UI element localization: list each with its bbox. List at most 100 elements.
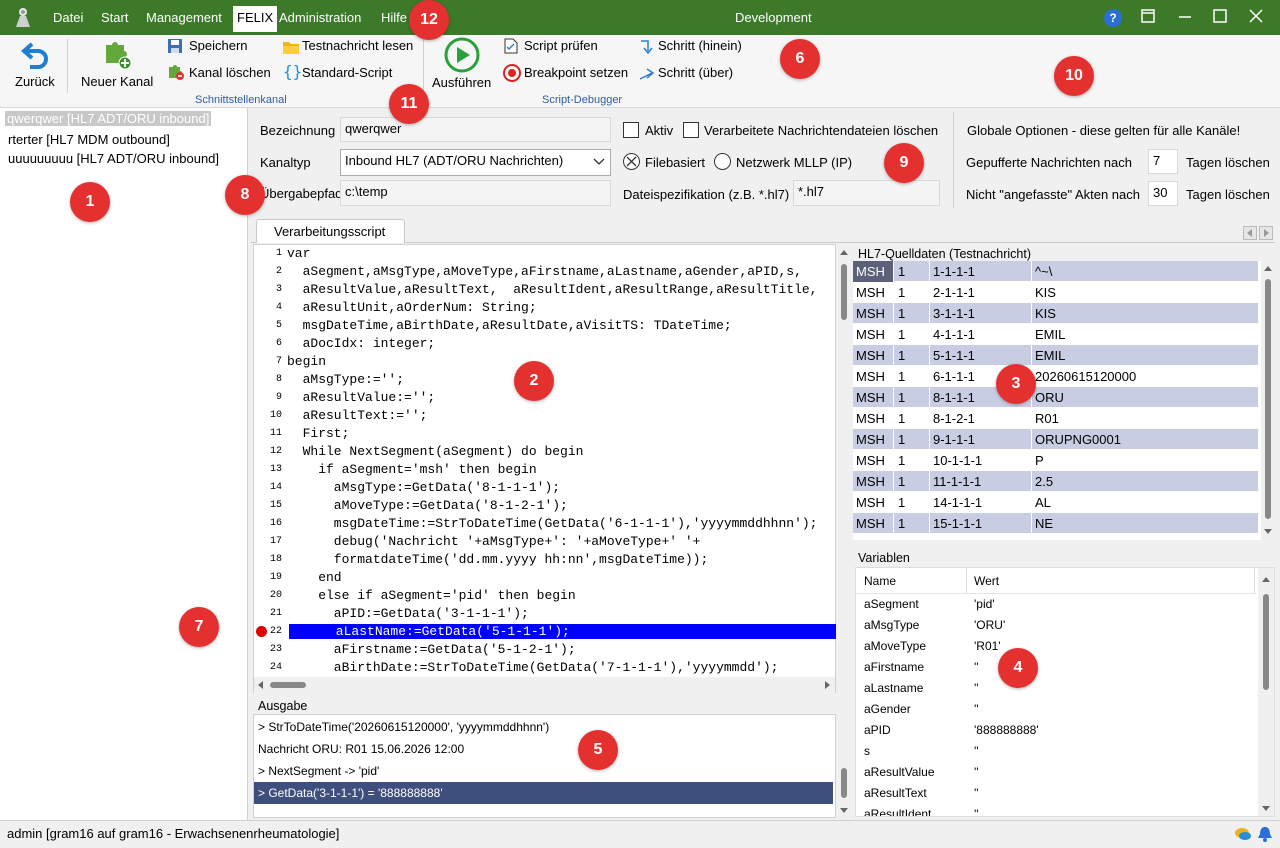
variable-row[interactable]: aPID '888888888' — [856, 723, 1256, 744]
untouched-days-input[interactable]: 30 — [1148, 181, 1178, 206]
channel-type-select[interactable]: Inbound HL7 (ADT/ORU Nachrichten) — [340, 149, 611, 176]
hl7-row[interactable]: MSH 1 1-1-1-1 ^~\ — [853, 261, 1258, 282]
code-line[interactable]: 12 While NextSegment(aSegment) do begin — [254, 444, 836, 462]
code-line[interactable]: 2 aSegment,aMsgType,aMoveType,aFirstname… — [254, 264, 836, 282]
menu-datei[interactable]: Datei — [53, 10, 83, 25]
file-spec-input[interactable]: *.hl7 — [793, 180, 940, 206]
step-over-button[interactable]: Schritt (über) — [638, 63, 748, 83]
variable-row[interactable]: aMoveType 'R01' — [856, 639, 1256, 660]
hl7-row[interactable]: MSH 1 8-1-2-1 R01 — [853, 408, 1258, 429]
step-into-button[interactable]: Schritt (hinein) — [638, 38, 748, 58]
output-line[interactable]: > GetData('3-1-1-1') = '888888888' — [254, 782, 833, 804]
code-line[interactable]: 3 aResultValue,aResultText, aResultIdent… — [254, 282, 836, 300]
active-checkbox[interactable] — [623, 122, 639, 138]
save-button[interactable]: Speichern — [167, 38, 257, 58]
hl7-vscroll[interactable] — [1261, 261, 1275, 540]
editor-vscroll[interactable] — [836, 244, 852, 693]
tab-scroll-right-icon[interactable] — [1259, 226, 1273, 240]
code-line[interactable]: 10 aResultText:=''; — [254, 408, 836, 426]
code-line[interactable]: 21 aPID:=GetData('3-1-1-1'); — [254, 606, 836, 624]
menu-administration[interactable]: Administration — [279, 10, 361, 25]
run-button[interactable]: Ausführen — [430, 37, 494, 91]
code-line[interactable]: 13 if aSegment='msh' then begin — [254, 462, 836, 480]
output-log[interactable]: > StrToDateTime('20260615120000', 'yyyym… — [253, 714, 836, 818]
hl7-row[interactable]: MSH 1 15-1-1-1 NE — [853, 513, 1258, 534]
code-line[interactable]: 6 aDocIdx: integer; — [254, 336, 836, 354]
code-line[interactable]: 16 msgDateTime:=StrToDateTime(GetData('6… — [254, 516, 836, 534]
code-line[interactable]: 20 else if aSegment='pid' then begin — [254, 588, 836, 606]
channel-item-uuuuuuuuu[interactable]: uuuuuuuuu [HL7 ADT/ORU inbound] — [8, 151, 219, 166]
code-line[interactable]: 1 var — [254, 246, 836, 264]
variable-row[interactable]: s '' — [856, 744, 1256, 765]
col-value-header[interactable]: Wert — [974, 574, 999, 588]
variables-table[interactable]: Name Wert aSegment 'pid' aMsgType 'ORU' aMov… — [855, 567, 1275, 817]
transfer-path-input[interactable]: c:\temp — [340, 180, 611, 206]
back-button[interactable]: Zurück — [8, 38, 60, 90]
variable-row[interactable]: aLastname '' — [856, 681, 1256, 702]
variable-row[interactable]: aSegment 'pid' — [856, 597, 1256, 618]
close-icon[interactable] — [1246, 8, 1266, 28]
buffered-days-input[interactable]: 7 — [1148, 149, 1178, 174]
hl7-row[interactable]: MSH 1 3-1-1-1 KIS — [853, 303, 1258, 324]
maximize-icon[interactable] — [1210, 8, 1230, 28]
menu-felix[interactable]: FELIX — [233, 6, 278, 32]
variable-row[interactable]: aResultIdent '' — [856, 807, 1256, 816]
hl7-row[interactable]: MSH 1 6-1-1-1 20260615120000 — [853, 366, 1258, 387]
minimize-icon[interactable] — [1175, 8, 1195, 28]
hl7-row[interactable]: MSH 1 16-1-1-1 DEU — [853, 534, 1258, 540]
hl7-row[interactable]: MSH 1 8-1-1-1 ORU — [853, 387, 1258, 408]
bell-icon[interactable] — [1256, 825, 1274, 843]
set-breakpoint-button[interactable]: Breakpoint setzen — [503, 63, 633, 83]
variable-row[interactable]: aMsgType 'ORU' — [856, 618, 1256, 639]
filebased-radio[interactable] — [623, 153, 640, 170]
chat-icon[interactable] — [1234, 825, 1252, 843]
hl7-row[interactable]: MSH 1 10-1-1-1 P — [853, 450, 1258, 471]
restore-window-icon[interactable] — [1138, 8, 1158, 28]
network-mllp-radio[interactable] — [714, 153, 731, 170]
hl7-row[interactable]: MSH 1 11-1-1-1 2.5 — [853, 471, 1258, 492]
help-icon[interactable]: ? — [1104, 9, 1122, 27]
read-test-message-button[interactable]: Testnachricht lesen — [282, 38, 417, 58]
hl7-source-table[interactable]: MSH 1 1-1-1-1 ^~\ MSH 1 2-1-1-1 KIS MSH 1 3-1-1-1 K… — [853, 261, 1261, 540]
code-line[interactable]: 23 aFirstname:=GetData('5-1-2-1'); — [254, 642, 836, 660]
name-input[interactable]: qwerqwer — [340, 117, 611, 142]
menu-start[interactable]: Start — [101, 10, 128, 25]
code-line[interactable]: 4 aResultUnit,aOrderNum: String; — [254, 300, 836, 318]
tab-verarbeitungsscript[interactable]: Verarbeitungsscript — [256, 219, 405, 243]
code-line[interactable]: 18 formatdateTime('dd.mm.yyyy hh:nn',msg… — [254, 552, 836, 570]
output-line[interactable]: Nachricht ORU: R01 15.06.2026 12:00 — [254, 738, 833, 760]
menu-hilfe[interactable]: Hilfe — [381, 10, 407, 25]
output-line[interactable]: > StrToDateTime('20260615120000', 'yyyym… — [254, 716, 833, 738]
hl7-row[interactable]: MSH 1 5-1-1-1 EMIL — [853, 345, 1258, 366]
output-line[interactable]: > NextSegment -> 'pid' — [254, 760, 833, 782]
code-line[interactable]: 24 aBirthDate:=StrToDateTime(GetData('7-… — [254, 660, 836, 678]
code-line[interactable]: 11 First; — [254, 426, 836, 444]
hl7-row[interactable]: MSH 1 2-1-1-1 KIS — [853, 282, 1258, 303]
script-editor[interactable]: 1 var 2 aSegment,aMsgType,aMoveType,aFirst… — [253, 244, 837, 693]
code-line[interactable]: 14 aMsgType:=GetData('8-1-1-1'); — [254, 480, 836, 498]
variables-vscroll[interactable] — [1258, 568, 1274, 816]
output-vscroll[interactable] — [836, 714, 852, 818]
check-script-button[interactable]: Script prüfen — [503, 38, 613, 58]
code-line[interactable]: 17 debug('Nachricht '+aMsgType+': '+aMov… — [254, 534, 836, 552]
code-line[interactable]: 5 msgDateTime,aBirthDate,aResultDate,aVi… — [254, 318, 836, 336]
editor-horizontal-scrollbar[interactable] — [254, 677, 835, 693]
channel-item-rterter[interactable]: rterter [HL7 MDM outbound] — [8, 132, 170, 147]
delete-channel-button[interactable]: Kanal löschen — [167, 63, 277, 83]
tab-scroll-left-icon[interactable] — [1243, 226, 1257, 240]
standard-script-button[interactable]: {} Standard-Script — [282, 62, 402, 83]
breakpoint-marker-icon[interactable] — [256, 626, 267, 637]
code-line[interactable]: 22 aLastName:=GetData('5-1-1-1'); — [254, 624, 837, 642]
col-name-header[interactable]: Name — [864, 574, 896, 588]
delete-processed-checkbox[interactable] — [683, 122, 699, 138]
variable-row[interactable]: aResultText '' — [856, 786, 1256, 807]
app-logo-icon[interactable] — [12, 6, 34, 28]
code-line[interactable]: 15 aMoveType:=GetData('8-1-2-1'); — [254, 498, 836, 516]
variable-row[interactable]: aGender '' — [856, 702, 1256, 723]
menu-management[interactable]: Management — [146, 10, 222, 25]
variable-row[interactable]: aFirstname '' — [856, 660, 1256, 681]
hl7-row[interactable]: MSH 1 4-1-1-1 EMIL — [853, 324, 1258, 345]
channel-item-qwerqwer[interactable]: qwerqwer [HL7 ADT/ORU inbound] — [5, 111, 212, 126]
hl7-row[interactable]: MSH 1 9-1-1-1 ORUPNG0001 — [853, 429, 1258, 450]
hl7-row[interactable]: MSH 1 14-1-1-1 AL — [853, 492, 1258, 513]
